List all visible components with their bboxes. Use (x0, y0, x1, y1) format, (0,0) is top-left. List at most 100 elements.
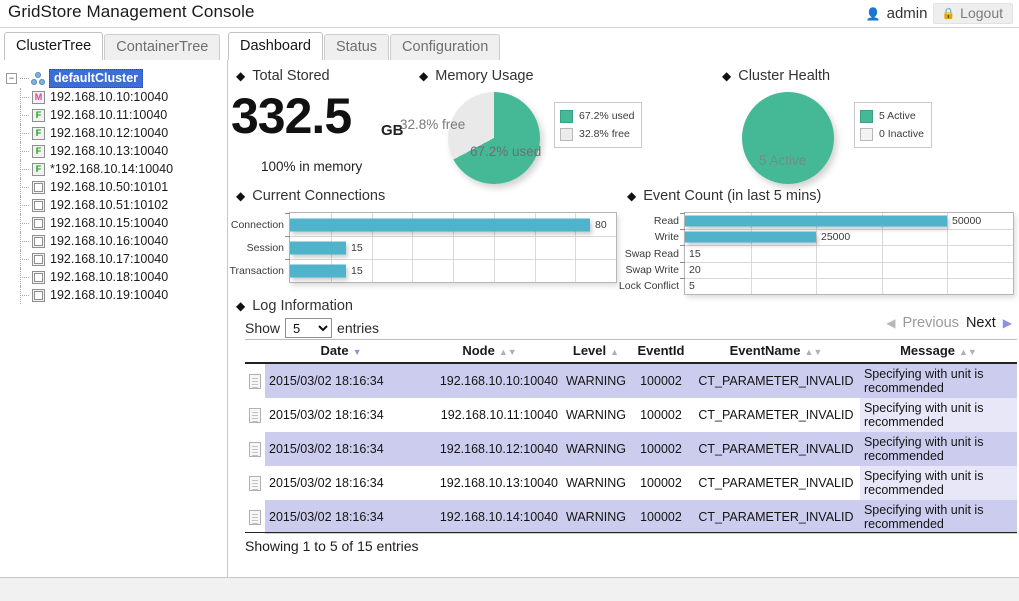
legend-item: 67.2% used (560, 107, 634, 125)
collapse-expander-icon[interactable]: − (6, 73, 17, 84)
tree-node[interactable]: F192.168.10.11:10040 (6, 106, 173, 124)
tab-configuration[interactable]: Configuration (390, 34, 500, 60)
col-level[interactable]: Level▲ (562, 340, 630, 364)
chart-bar (685, 232, 816, 243)
tab-dashboard[interactable]: Dashboard (228, 32, 323, 60)
triangle-right-icon[interactable]: ▶ (1003, 316, 1012, 330)
cell-message: Specifying with unit is recommended (860, 466, 1017, 500)
col-node[interactable]: Node▲▼ (417, 340, 562, 364)
chart-category-label: Swap Write (626, 264, 686, 276)
tab-cluster-tree[interactable]: ClusterTree (4, 32, 103, 60)
right-tab-group: Dashboard Status Configuration (228, 28, 501, 60)
cluster-health-center-label: 5 Active (759, 153, 806, 168)
log-table-header-row: Date▼ Node▲▼ Level▲ EventId EventName▲▼ … (245, 340, 1017, 364)
cell-eventname: CT_PARAMETER_INVALID (692, 432, 860, 466)
tree-node-label: *192.168.10.14:10040 (50, 162, 173, 176)
follower-node-icon: F (32, 145, 45, 158)
chart-bar-value: 15 (351, 242, 363, 254)
chart-axis-tick (680, 278, 685, 279)
table-row[interactable]: 2015/03/02 18:16:34192.168.10.11:10040WA… (245, 398, 1017, 432)
tree-root[interactable]: − defaultCluster (6, 69, 173, 88)
follower-node-icon: F (32, 163, 45, 176)
diamond-bullet-icon: ◆ (236, 69, 245, 83)
tree-connector (20, 286, 31, 304)
document-icon (249, 442, 261, 457)
legend-swatch-used (560, 110, 573, 123)
cell-eventid: 100002 (630, 363, 692, 398)
page-title: GridStore Management Console (8, 2, 255, 22)
tree-node[interactable]: 192.168.10.50:10101 (6, 178, 173, 196)
legend-label-used: 67.2% used (579, 110, 634, 122)
cell-message: Specifying with unit is recommended (860, 432, 1017, 466)
tree-node[interactable]: 192.168.10.19:10040 (6, 286, 173, 304)
triangle-left-icon[interactable]: ◀ (886, 316, 895, 330)
tree-node[interactable]: 192.168.10.15:10040 (6, 214, 173, 232)
lock-icon: 🔒 (941, 7, 955, 20)
title-bar: GridStore Management Console 👤 admin 🔒 L… (0, 0, 1019, 28)
cell-eventname: CT_PARAMETER_INVALID (692, 500, 860, 534)
cluster-tree-panel: − defaultCluster M192.168.10.10:10040F19… (0, 60, 228, 577)
cell-level: WARNING (562, 466, 630, 500)
col-eventname[interactable]: EventName▲▼ (692, 340, 860, 364)
user-area: 👤 admin 🔒 Logout (866, 3, 1013, 24)
tab-container-tree[interactable]: ContainerTree (104, 34, 220, 60)
log-table-head: Date▼ Node▲▼ Level▲ EventId EventName▲▼ … (245, 340, 1017, 364)
tree-node[interactable]: 192.168.10.51:10102 (6, 196, 173, 214)
cell-node: 192.168.10.13:10040 (417, 466, 562, 500)
tree-node[interactable]: 192.168.10.16:10040 (6, 232, 173, 250)
cluster-health-label: Cluster Health (738, 68, 830, 84)
memory-usage-pie-chart (448, 92, 540, 184)
entries-per-page-select[interactable]: 5102550100 (285, 318, 332, 338)
tab-status[interactable]: Status (324, 34, 389, 60)
chart-bar (290, 218, 590, 231)
tree-node[interactable]: F *192.168.10.14:10040 (6, 160, 173, 178)
plain-node-icon (32, 253, 45, 266)
legend-item: 32.8% free (560, 125, 634, 143)
log-table-footer: Showing 1 to 5 of 15 entries (245, 532, 1017, 554)
plain-node-icon (32, 271, 45, 284)
tree-node[interactable]: M192.168.10.10:10040 (6, 88, 173, 106)
previous-page-button[interactable]: Previous (903, 315, 959, 331)
total-stored-value: 332.5 (231, 87, 351, 145)
tree-node-label: 192.168.10.19:10040 (50, 288, 168, 302)
tree-root-label[interactable]: defaultCluster (49, 69, 143, 88)
chart-rowline (290, 236, 616, 237)
table-row[interactable]: 2015/03/02 18:16:34192.168.10.13:10040WA… (245, 466, 1017, 500)
legend-item: 5 Active (860, 107, 924, 125)
log-table-body: 2015/03/02 18:16:34192.168.10.10:10040WA… (245, 363, 1017, 534)
cell-eventid: 100002 (630, 500, 692, 534)
diamond-bullet-icon: ◆ (236, 189, 245, 203)
chart-rowline (685, 278, 1013, 279)
col-message[interactable]: Message▲▼ (860, 340, 1017, 364)
current-connections-chart: Connection80Session15Transaction15 (289, 212, 617, 283)
chart-rowline (685, 229, 1013, 230)
chart-bar (290, 264, 346, 277)
tree-node[interactable]: 192.168.10.18:10040 (6, 268, 173, 286)
chart-gridline (947, 213, 948, 294)
tree-node[interactable]: F 192.168.10.13:10040 (6, 142, 173, 160)
table-row[interactable]: 2015/03/02 18:16:34192.168.10.10:10040WA… (245, 363, 1017, 398)
cell-level: WARNING (562, 500, 630, 534)
master-node-icon: M (32, 91, 45, 104)
plain-node-icon (32, 181, 45, 194)
chart-axis-tick (285, 236, 290, 237)
cell-node: 192.168.10.14:10040 (417, 500, 562, 534)
table-row[interactable]: 2015/03/02 18:16:34192.168.10.14:10040WA… (245, 500, 1017, 534)
logout-button[interactable]: 🔒 Logout (933, 3, 1013, 24)
cell-date: 2015/03/02 18:16:34 (265, 363, 417, 398)
next-page-button[interactable]: Next (966, 315, 996, 331)
tree-connector (20, 250, 31, 268)
legend-item: 0 Inactive (860, 125, 924, 143)
chart-bar-value: 15 (689, 248, 701, 260)
sort-icon: ▲▼ (959, 347, 977, 357)
tree-node[interactable]: 192.168.10.17:10040 (6, 250, 173, 268)
tree-node-label: 192.168.10.13:10040 (50, 144, 168, 158)
table-row[interactable]: 2015/03/02 18:16:34192.168.10.12:10040WA… (245, 432, 1017, 466)
col-date[interactable]: Date▼ (265, 340, 417, 364)
log-entries-control: Show 5102550100 entries (245, 318, 379, 338)
user-name: admin (887, 5, 928, 22)
tree-node[interactable]: F192.168.10.12:10040 (6, 124, 173, 142)
col-eventid[interactable]: EventId (630, 340, 692, 364)
tree-connector (20, 232, 31, 250)
tree-connector (20, 78, 29, 79)
